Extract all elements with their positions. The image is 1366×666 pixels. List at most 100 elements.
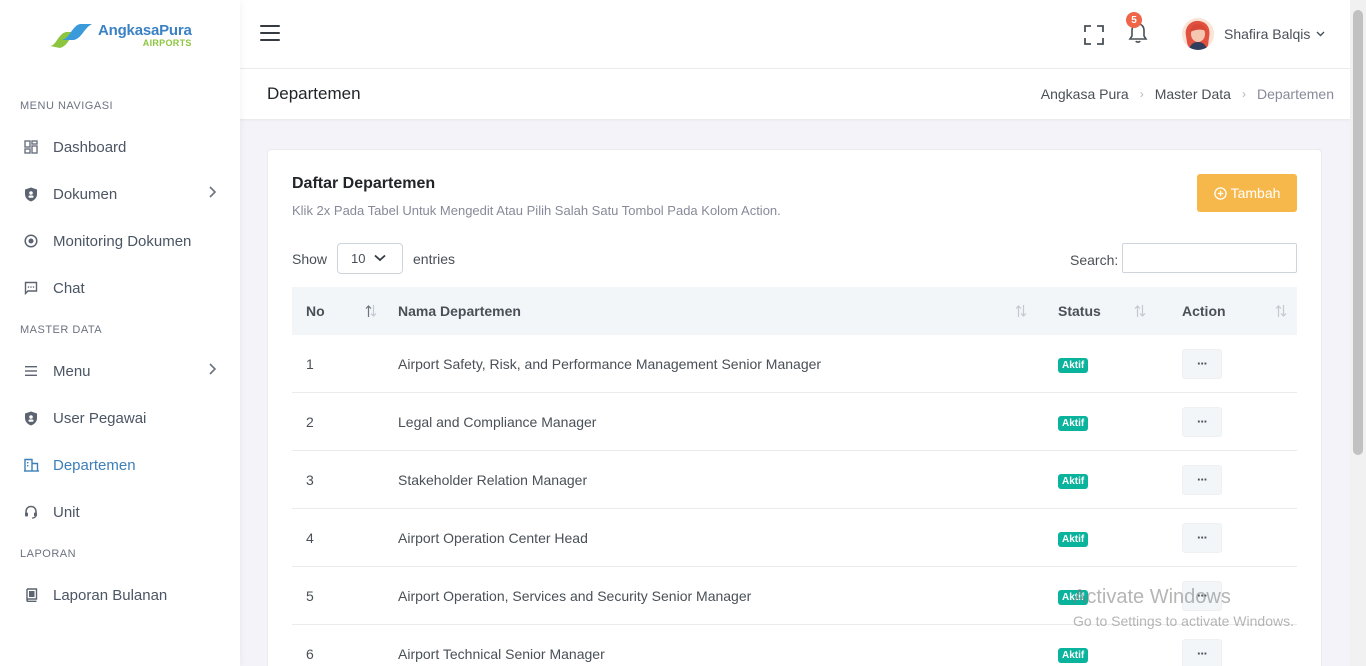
entries-select[interactable]: 10 bbox=[337, 243, 403, 274]
book-icon bbox=[22, 586, 40, 604]
table-row[interactable]: 4 Airport Operation Center Head Aktif ··… bbox=[292, 509, 1297, 567]
menu-section-master-data: MASTER DATA bbox=[20, 324, 103, 336]
cell-no: 2 bbox=[306, 413, 314, 430]
table-row[interactable]: 5 Airport Operation, Services and Securi… bbox=[292, 567, 1297, 625]
status-badge: Aktif bbox=[1058, 473, 1089, 489]
sidebar-item-unit[interactable]: Unit bbox=[0, 492, 240, 532]
sidebar: AngkasaPura AIRPORTS MENU NAVIGASI Dashb… bbox=[0, 0, 240, 666]
headset-icon bbox=[22, 503, 40, 521]
sidebar-item-chat[interactable]: Chat bbox=[0, 268, 240, 308]
row-action-button[interactable]: ··· bbox=[1182, 348, 1222, 379]
table-row[interactable]: 2 Legal and Compliance Manager Aktif ··· bbox=[292, 393, 1297, 451]
fullscreen-icon[interactable] bbox=[1083, 24, 1105, 46]
sidebar-item-label: Dokumen bbox=[53, 185, 118, 203]
sidebar-item-label: User Pegawai bbox=[53, 409, 147, 427]
cell-nama-departemen: Stakeholder Relation Manager bbox=[398, 471, 588, 488]
column-header-label: No bbox=[306, 303, 325, 319]
shield-icon bbox=[22, 185, 40, 203]
page-title-bar: Departemen Angkasa Pura › Master Data › … bbox=[240, 69, 1350, 120]
add-button-label: Tambah bbox=[1230, 185, 1281, 201]
chevron-right-icon: › bbox=[1139, 87, 1144, 101]
notification-count-badge: 5 bbox=[1126, 12, 1142, 28]
row-action-button[interactable]: ··· bbox=[1182, 406, 1222, 437]
column-header-nama-departemen[interactable]: Nama Departemen bbox=[383, 287, 1042, 335]
angkasa-pura-logo[interactable]: AngkasaPura AIRPORTS bbox=[46, 18, 192, 52]
search-label: Search: bbox=[1070, 252, 1119, 268]
chevron-down-icon bbox=[374, 254, 386, 262]
status-badge: Aktif bbox=[1058, 531, 1089, 547]
add-button[interactable]: Tambah bbox=[1197, 174, 1297, 212]
building-icon bbox=[22, 456, 40, 474]
row-action-button[interactable]: ··· bbox=[1182, 580, 1222, 611]
menu-section-laporan: LAPORAN bbox=[20, 548, 77, 560]
plus-circle-icon bbox=[1213, 186, 1227, 200]
card-subtitle: Klik 2x Pada Tabel Untuk Mengedit Atau P… bbox=[292, 203, 781, 218]
entries-label: entries bbox=[413, 251, 456, 267]
sidebar-item-label: Menu bbox=[53, 362, 91, 380]
sidebar-item-dashboard[interactable]: Dashboard bbox=[0, 127, 240, 167]
sidebar-item-label: Dashboard bbox=[53, 138, 127, 156]
sidebar-item-label: Monitoring Dokumen bbox=[53, 232, 192, 250]
user-name: Shafira Balqis bbox=[1224, 26, 1311, 42]
column-header-label: Nama Departemen bbox=[398, 303, 521, 319]
sidebar-item-label: Unit bbox=[53, 503, 80, 521]
breadcrumb-item-master-data[interactable]: Master Data bbox=[1155, 86, 1231, 102]
column-header-action[interactable]: Action bbox=[1166, 287, 1297, 335]
menu-section-navigasi: MENU NAVIGASI bbox=[20, 100, 114, 112]
sort-icon bbox=[1134, 305, 1146, 317]
sidebar-item-user-pegawai[interactable]: User Pegawai bbox=[0, 398, 240, 438]
table-row[interactable]: 3 Stakeholder Relation Manager Aktif ··· bbox=[292, 451, 1297, 509]
sidebar-item-departemen[interactable]: Departemen bbox=[0, 445, 240, 485]
card-title: Daftar Departemen bbox=[292, 175, 436, 192]
table-row[interactable]: 1 Airport Safety, Risk, and Performance … bbox=[292, 335, 1297, 393]
sidebar-item-dokumen[interactable]: Dokumen bbox=[0, 174, 240, 214]
cell-nama-departemen: Airport Technical Senior Manager bbox=[398, 645, 605, 662]
cell-nama-departemen: Airport Safety, Risk, and Performance Ma… bbox=[398, 355, 822, 372]
logo-line2: AIRPORTS bbox=[142, 37, 192, 48]
avatar bbox=[1182, 18, 1214, 50]
status-badge: Aktif bbox=[1058, 589, 1089, 605]
logo-line1: AngkasaPura bbox=[98, 21, 192, 39]
dashboard-icon bbox=[22, 138, 40, 156]
cell-no: 4 bbox=[306, 529, 314, 546]
sidebar-item-monitoring-dokumen[interactable]: Monitoring Dokumen bbox=[0, 221, 240, 261]
chevron-right-icon bbox=[209, 363, 216, 375]
breadcrumb-item-angkasa-pura[interactable]: Angkasa Pura bbox=[1041, 86, 1129, 102]
sidebar-item-laporan-bulanan[interactable]: Laporan Bulanan bbox=[0, 575, 240, 615]
status-badge: Aktif bbox=[1058, 647, 1089, 663]
cell-nama-departemen: Airport Operation, Services and Security… bbox=[398, 587, 752, 604]
sort-icon bbox=[1015, 305, 1027, 317]
user-dropdown[interactable]: Shafira Balqis bbox=[1182, 18, 1325, 50]
chevron-right-icon bbox=[209, 186, 216, 198]
hamburger-menu-icon[interactable] bbox=[260, 25, 280, 41]
table-row[interactable]: 6 Airport Technical Senior Manager Aktif… bbox=[292, 625, 1297, 666]
cell-no: 3 bbox=[306, 471, 314, 488]
column-header-no[interactable]: No bbox=[292, 287, 383, 335]
sidebar-item-menu[interactable]: Menu bbox=[0, 351, 240, 391]
list-icon bbox=[22, 362, 40, 380]
target-icon bbox=[22, 232, 40, 250]
chevron-right-icon: › bbox=[1241, 87, 1246, 101]
entries-select-value: 10 bbox=[351, 251, 366, 266]
cell-no: 6 bbox=[306, 645, 314, 662]
page-title: Departemen bbox=[267, 84, 361, 103]
row-action-button[interactable]: ··· bbox=[1182, 464, 1222, 495]
shield-icon bbox=[22, 409, 40, 427]
chevron-down-icon bbox=[1316, 31, 1325, 37]
column-header-status[interactable]: Status bbox=[1042, 287, 1166, 335]
status-badge: Aktif bbox=[1058, 415, 1089, 431]
page-scrollbar[interactable] bbox=[1350, 0, 1366, 666]
search-input[interactable] bbox=[1122, 243, 1297, 273]
column-header-label: Action bbox=[1182, 303, 1226, 319]
breadcrumb-item-departemen: Departemen bbox=[1256, 86, 1334, 102]
cell-no: 1 bbox=[306, 355, 314, 372]
column-header-label: Status bbox=[1058, 303, 1101, 319]
breadcrumb: Angkasa Pura › Master Data › Departemen bbox=[950, 86, 1350, 102]
departemen-table: No Nama Departemen Status Action 1 Airpo… bbox=[292, 287, 1297, 666]
chat-icon bbox=[22, 279, 40, 297]
row-action-button[interactable]: ··· bbox=[1182, 522, 1222, 553]
scrollbar-thumb[interactable] bbox=[1353, 10, 1363, 455]
status-badge: Aktif bbox=[1058, 357, 1089, 373]
row-action-button[interactable]: ··· bbox=[1182, 638, 1222, 666]
sidebar-item-label: Chat bbox=[53, 279, 85, 297]
